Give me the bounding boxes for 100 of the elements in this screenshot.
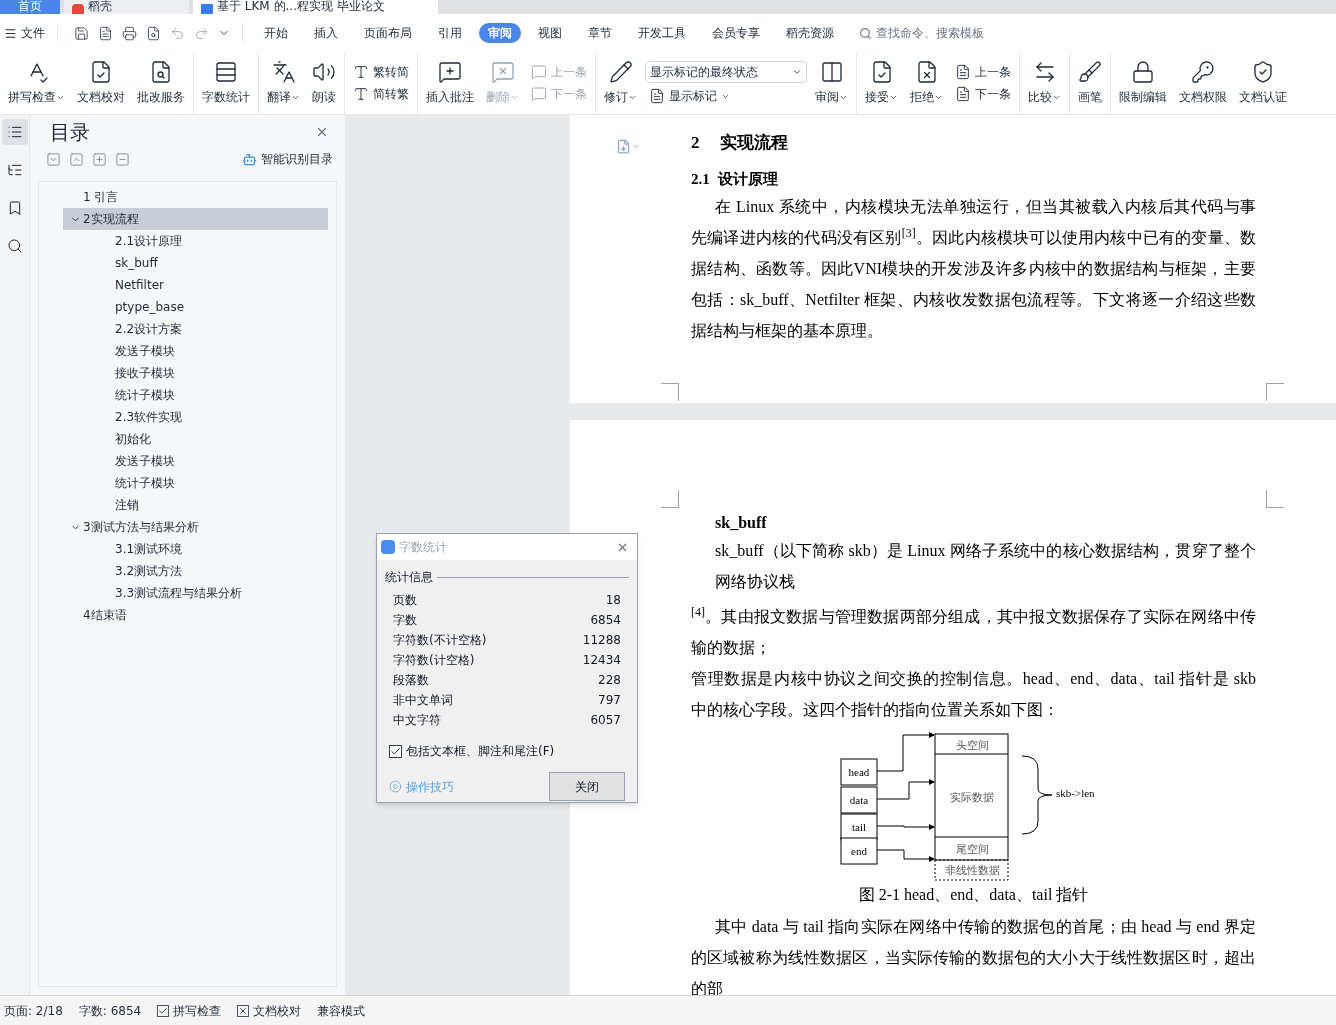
menu-tab[interactable]: 开始 (255, 23, 297, 43)
ribbon-button[interactable]: 插入批注 (422, 54, 478, 112)
markup-dropdown[interactable]: 显示标记的最终状态 (645, 61, 807, 83)
word-count[interactable]: 字数: 6854 (78, 1001, 142, 1020)
remove-icon[interactable] (115, 151, 130, 167)
toc-item[interactable]: 初始化 (63, 428, 328, 450)
menu-tab[interactable]: 章节 (579, 23, 621, 43)
ribbon-button[interactable]: 文档认证 (1235, 54, 1291, 112)
ribbon-button[interactable]: 限制编辑 (1115, 54, 1171, 112)
toc-item[interactable]: 2实现流程 (63, 208, 328, 230)
toc-item[interactable]: 统计子模块 (63, 384, 328, 406)
outline-icon (6, 162, 23, 178)
window-tab[interactable]: 基于 LKM 的...程实现 毕业论文 (193, 0, 438, 14)
menu-tab[interactable]: 视图 (529, 23, 571, 43)
menu-icon (4, 26, 17, 40)
ribbon-button[interactable]: 批改服务 (133, 54, 189, 112)
page-indicator: 页面: 2/18 (4, 1002, 63, 1020)
menu-tab[interactable]: 会员专享 (703, 23, 769, 43)
toc-item[interactable]: 2.3软件实现 (63, 406, 328, 428)
menu-tab[interactable]: 稻壳资源 (777, 23, 843, 43)
status-item[interactable]: 文档校对 (237, 1001, 302, 1020)
menu-tab[interactable]: 页面布局 (355, 23, 421, 43)
body-paragraph: 管理数据是内核中协议之间交换的控制信息。head、end、data、tail 指针是 skb 中的核心字段。这四个指针的指向位置关系如下图： (691, 669, 1256, 720)
menu-tab[interactable]: 插入 (305, 23, 347, 43)
ribbon-small-button[interactable]: 简转繁 (349, 85, 413, 103)
ribbon-icon (1251, 60, 1275, 84)
subheading-number: 2.1 (691, 169, 710, 189)
file-menu[interactable]: 文件 (0, 24, 57, 42)
window-tab[interactable]: 首页 (0, 0, 60, 14)
toc-item[interactable]: 发送子模块 (63, 340, 328, 362)
toc-item[interactable]: 发送子模块 (63, 450, 328, 472)
ribbon-button[interactable]: 拒绝 (906, 54, 947, 112)
ribbon-small-button[interactable]: 下一条 (951, 85, 1015, 103)
ribbon-small-button[interactable]: 上一条 (951, 63, 1015, 81)
ribbon-icon (819, 60, 844, 84)
window-tab[interactable]: 稻壳 (64, 0, 189, 14)
ribbon-button[interactable]: 审阅 (811, 54, 852, 112)
stat-label: 字数 (393, 612, 417, 629)
toc-item[interactable]: 3.2测试方法 (63, 560, 328, 582)
ribbon-icon (312, 60, 336, 84)
menu-tab[interactable]: 引用 (429, 23, 471, 43)
toc-item[interactable]: 2.1设计原理 (63, 230, 328, 252)
ribbon-button[interactable]: 翻译 (263, 54, 304, 112)
preview-icon[interactable] (146, 25, 161, 41)
toc-item[interactable]: 2.2设计方案 (63, 318, 328, 340)
toc-item[interactable]: ptype_base (63, 296, 328, 318)
status-item[interactable]: 拼写检查 (157, 1001, 222, 1020)
menu-tab[interactable]: 审阅 (479, 23, 521, 43)
body-paragraph: 在 Linux 系统中，内核模块无法单独运行，但当其被载入内核后其代码与事先编译进内核的代码没有区别$^{[3]}$。因此内核模块可以使用内核中已有的变量、数据结构、函数等。因此VNI模块的开发涉及许多内核中的数据结构与框架，主要包括：sk_buff、Netfilter 框架、内核收发数据包流程等。下文将逐一介绍这些数据结构与框架的基本原理。 (691, 197, 1256, 341)
document-icon[interactable] (616, 139, 631, 154)
include-checkbox[interactable] (389, 744, 402, 758)
toc-item[interactable]: Netfilter (63, 274, 328, 296)
toc-item[interactable]: 3.1测试环境 (63, 538, 328, 560)
toc-item[interactable]: 接收子模块 (63, 362, 328, 384)
toc-item[interactable]: 统计子模块 (63, 472, 328, 494)
stat-value: 797 (598, 692, 621, 709)
toc-item[interactable]: 注销 (63, 494, 328, 516)
ribbon-button[interactable]: 比较 (1024, 54, 1065, 112)
stat-value: 18 (605, 592, 621, 609)
ribbon-button[interactable]: 文档权限 (1175, 54, 1231, 112)
print-icon[interactable] (122, 25, 137, 41)
smart-toc-button[interactable]: 智能识别目录 (242, 150, 333, 168)
toc-item[interactable]: 1 引言 (63, 186, 328, 208)
ribbon-icon (214, 60, 238, 84)
close-icon[interactable] (315, 125, 329, 139)
ribbon-icon (955, 64, 971, 80)
section-label: 统计信息 (385, 569, 433, 586)
checkbox-label: 包括文本框、脚注和尾注(F) (406, 743, 555, 760)
ribbon-button[interactable]: 接受 (861, 54, 902, 112)
export-icon[interactable] (98, 25, 113, 41)
ribbon-icon (271, 60, 296, 84)
menu-tab[interactable]: 开发工具 (629, 23, 695, 43)
toc-item[interactable]: 3测试方法与结果分析 (63, 516, 328, 538)
margin-mark (1266, 490, 1284, 508)
ribbon-icon (955, 86, 971, 102)
ribbon-button[interactable]: 文档校对 (73, 54, 129, 112)
ribbon-icon (649, 88, 665, 104)
toc-item[interactable]: 4结束语 (63, 604, 328, 626)
stat-value: 12434 (582, 652, 621, 669)
command-search[interactable]: 查找命令、搜索模板 (859, 24, 984, 42)
save-icon[interactable] (74, 25, 89, 41)
toc-item[interactable]: sk_buff (63, 252, 328, 274)
robot-icon (242, 151, 257, 167)
caret-icon (792, 67, 802, 77)
sidebar-tab[interactable] (1, 119, 28, 145)
section-heading: sk_buff (714, 513, 768, 533)
ribbon-icon (1191, 60, 1215, 84)
close-button[interactable]: 关闭 (549, 772, 625, 801)
add-icon[interactable] (92, 151, 107, 167)
ribbon-small-button[interactable]: 显示标记 (645, 87, 807, 105)
ribbon-button[interactable]: 修订 (600, 54, 641, 112)
status-item[interactable]: 兼容模式 (317, 1001, 366, 1020)
stat-label: 段落数 (393, 672, 429, 689)
ribbon-button[interactable]: 朗读 (308, 54, 340, 112)
toc-item[interactable]: 3.3测试流程与结果分析 (63, 582, 328, 604)
skb-pointer-diagram: head data tail end 头空间 实际数据 尾空间 非线性数据 skb->len (833, 731, 1104, 881)
ribbon-button[interactable]: 字数统计 (198, 54, 254, 112)
ribbon-button[interactable]: 拼写检查 (4, 54, 69, 112)
ribbon-button[interactable]: 画笔 (1074, 54, 1106, 112)
ribbon-small-button[interactable]: 繁转简 (349, 63, 413, 81)
